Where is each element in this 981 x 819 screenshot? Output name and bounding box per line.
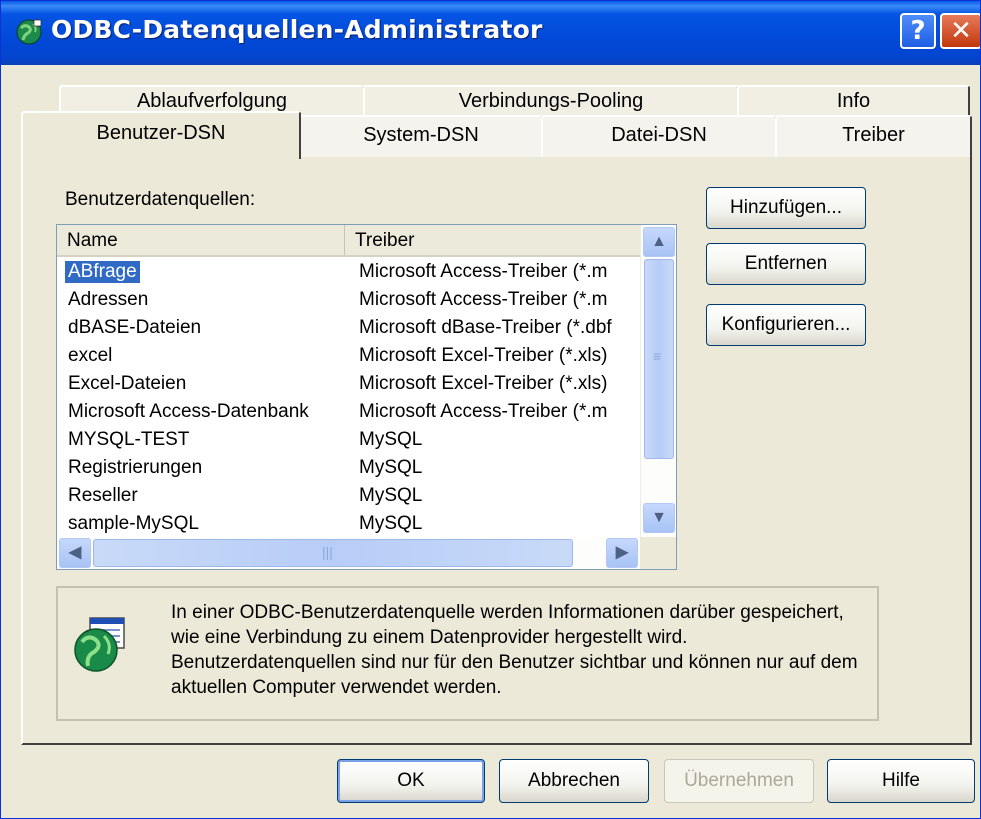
item-name: dBASE-Dateien bbox=[68, 317, 202, 338]
item-driver: Microsoft Access-Treiber (*.m bbox=[359, 289, 608, 310]
item-driver: Microsoft Excel-Treiber (*.xls) bbox=[359, 345, 608, 366]
scroll-right-icon[interactable]: ▶ bbox=[606, 538, 638, 568]
grip-icon: ≡ bbox=[653, 348, 662, 364]
tab-info[interactable]: Info bbox=[737, 85, 970, 117]
horizontal-scroll-thumb[interactable]: ||| bbox=[93, 539, 573, 567]
list-item[interactable]: Adressen Microsoft Access-Treiber (*.m bbox=[57, 287, 640, 315]
scroll-up-icon[interactable]: ▲ bbox=[643, 227, 675, 257]
item-name: ABfrage bbox=[64, 260, 141, 284]
list-label: Benutzerdatenquellen: bbox=[65, 189, 256, 210]
item-name: Reseller bbox=[68, 485, 138, 506]
tab-datei-dsn[interactable]: Datei-DSN bbox=[541, 115, 777, 157]
list-item[interactable]: sample-MySQL MySQL bbox=[57, 511, 640, 539]
odbc-globe-icon bbox=[16, 19, 42, 45]
item-driver: MySQL bbox=[359, 429, 423, 450]
list-item[interactable]: Reseller MySQL bbox=[57, 483, 640, 511]
ok-button[interactable]: OK bbox=[337, 759, 485, 803]
scroll-down-icon[interactable]: ▼ bbox=[643, 503, 675, 533]
window-title: ODBC-Datenquellen-Administrator bbox=[51, 15, 543, 44]
odbc-dialog-window: ODBC-Datenquellen-Administrator ? ✕ Abla… bbox=[0, 0, 981, 819]
column-header-driver[interactable]: Treiber bbox=[345, 225, 640, 255]
list-item[interactable]: ABfrage Microsoft Access-Treiber (*.m bbox=[57, 259, 640, 287]
help-button[interactable]: Hilfe bbox=[827, 759, 975, 803]
list-item[interactable]: dBASE-Dateien Microsoft dBase-Treiber (*… bbox=[57, 315, 640, 343]
tab-verbindungs-pooling[interactable]: Verbindungs-Pooling bbox=[363, 85, 739, 117]
list-item[interactable]: Excel-Dateien Microsoft Excel-Treiber (*… bbox=[57, 371, 640, 399]
tab-system-dsn[interactable]: System-DSN bbox=[299, 115, 543, 157]
configure-button[interactable]: Konfigurieren... bbox=[706, 304, 866, 346]
add-button[interactable]: Hinzufügen... bbox=[706, 187, 866, 229]
item-name: sample-MySQL bbox=[68, 513, 199, 534]
tab-benutzer-dsn[interactable]: Benutzer-DSN bbox=[21, 111, 301, 159]
item-driver: Microsoft dBase-Treiber (*.dbf bbox=[359, 317, 612, 338]
item-driver: Microsoft Access-Treiber (*.m bbox=[359, 401, 608, 422]
item-name: Microsoft Access-Datenbank bbox=[68, 401, 309, 422]
item-name: excel bbox=[68, 345, 113, 366]
cancel-button[interactable]: Abbrechen bbox=[499, 759, 649, 803]
column-header-name[interactable]: Name bbox=[57, 225, 345, 255]
list-item[interactable]: MYSQL-TEST MySQL bbox=[57, 427, 640, 455]
item-name: Excel-Dateien bbox=[68, 373, 187, 394]
item-driver: MySQL bbox=[359, 513, 423, 534]
list-item[interactable]: Registrierungen MySQL bbox=[57, 455, 640, 483]
tab-treiber[interactable]: Treiber bbox=[775, 115, 972, 157]
info-box: In einer ODBC-Benutzerdatenquelle werden… bbox=[56, 586, 879, 721]
vertical-scrollbar[interactable]: ▲ ≡ ▼ bbox=[640, 225, 676, 537]
scrollbar-corner bbox=[640, 537, 676, 569]
list-item[interactable]: excel Microsoft Excel-Treiber (*.xls) bbox=[57, 343, 640, 371]
remove-button[interactable]: Entfernen bbox=[706, 243, 866, 285]
scroll-left-icon[interactable]: ◀ bbox=[59, 538, 91, 568]
horizontal-scrollbar[interactable]: ◀ ||| ▶ bbox=[57, 537, 640, 569]
item-driver: Microsoft Excel-Treiber (*.xls) bbox=[359, 373, 608, 394]
item-driver: MySQL bbox=[359, 485, 423, 506]
help-title-button[interactable]: ? bbox=[900, 13, 936, 49]
data-source-list[interactable]: Name Treiber ABfrage Microsoft Access-Tr… bbox=[56, 224, 677, 570]
item-name: Adressen bbox=[68, 289, 149, 310]
item-name: MYSQL-TEST bbox=[68, 429, 190, 450]
odbc-datasource-icon bbox=[74, 617, 125, 672]
close-button[interactable]: ✕ bbox=[940, 13, 980, 49]
vertical-scroll-thumb[interactable]: ≡ bbox=[644, 259, 674, 459]
list-item[interactable]: Microsoft Access-Datenbank Microsoft Acc… bbox=[57, 399, 640, 427]
item-driver: MySQL bbox=[359, 457, 423, 478]
title-bar[interactable]: ODBC-Datenquellen-Administrator ? ✕ bbox=[1, 1, 980, 65]
item-name: Registrierungen bbox=[68, 457, 203, 478]
item-driver: Microsoft Access-Treiber (*.m bbox=[359, 261, 608, 282]
grip-icon: ||| bbox=[322, 544, 333, 560]
list-header: Name Treiber bbox=[57, 225, 640, 257]
info-text: In einer ODBC-Benutzerdatenquelle werden… bbox=[171, 602, 858, 698]
apply-button[interactable]: Übernehmen bbox=[664, 759, 814, 803]
